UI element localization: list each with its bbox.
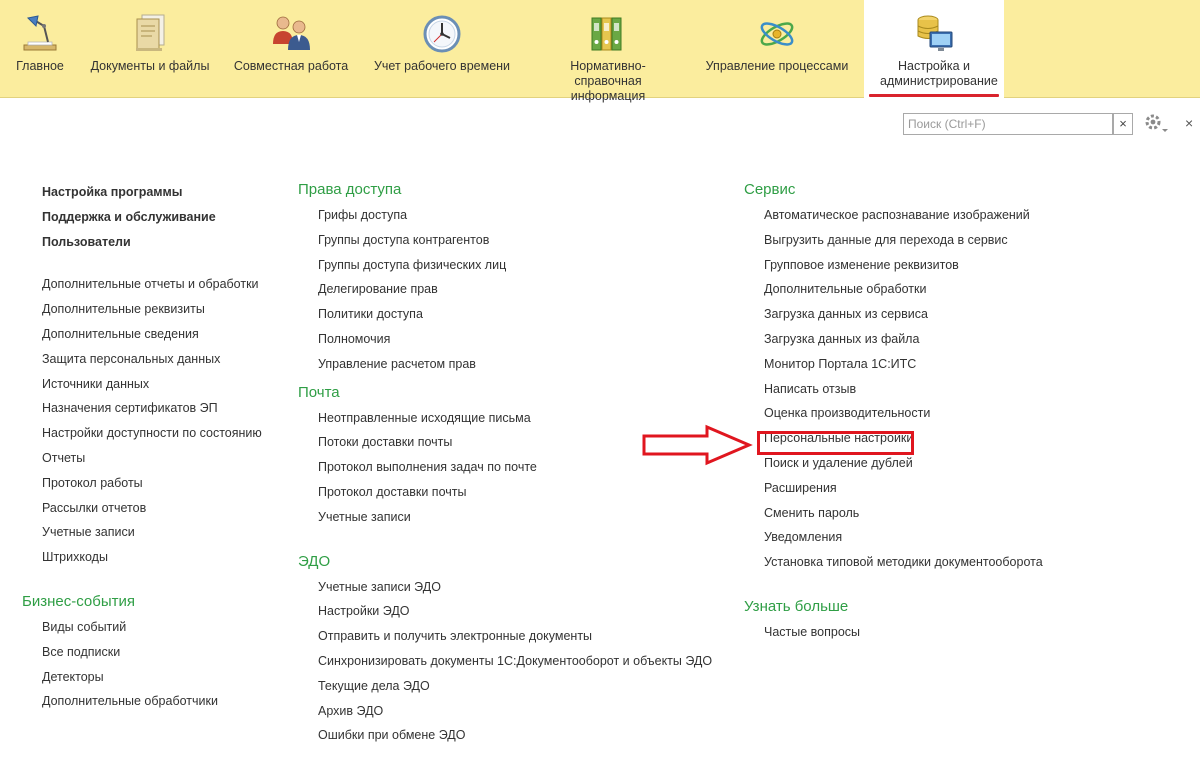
group-title-service: Сервис [744, 181, 796, 198]
people-icon [273, 16, 310, 50]
link-export-for-service[interactable]: Выгрузить данные для перехода в сервис [744, 228, 1184, 253]
link-group-attribute-change[interactable]: Групповое изменение реквизитов [744, 253, 1184, 278]
binders-icon [591, 17, 622, 51]
link-additional-processing[interactable]: Дополнительные обработки [744, 277, 1184, 302]
link-barcodes[interactable]: Штрихкоды [22, 545, 282, 570]
close-icon[interactable]: × [1185, 116, 1193, 130]
link-mail-accounts[interactable]: Учетные записи [298, 505, 728, 530]
search-clear-button[interactable]: × [1113, 113, 1133, 135]
link-ep-certificates[interactable]: Назначения сертификатов ЭП [22, 396, 282, 421]
tab-settings-administration[interactable]: Настройка и администрирование [864, 0, 1004, 98]
link-edo-settings[interactable]: Настройки ЭДО [298, 599, 728, 624]
link-edo-errors[interactable]: Ошибки при обмене ЭДО [298, 723, 728, 748]
tab-process-management[interactable]: Управление процессами [700, 0, 854, 98]
tab-time-tracking-label: Учет рабочего времени [373, 59, 511, 73]
group-title-mail: Почта [298, 383, 340, 401]
link-additional-info[interactable]: Дополнительные сведения [22, 322, 282, 347]
database-computer-icon [917, 15, 953, 51]
link-work-log[interactable]: Протокол работы [22, 471, 282, 496]
group-title-learn-more: Узнать больше [744, 597, 849, 615]
link-data-sources[interactable]: Источники данных [22, 372, 282, 397]
link-additional-reports[interactable]: Дополнительные отчеты и обработки [22, 272, 282, 297]
link-individual-access-groups[interactable]: Группы доступа физических лиц [298, 253, 728, 278]
link-counterparty-access-groups[interactable]: Группы доступа контрагентов [298, 228, 728, 253]
link-availability-settings[interactable]: Настройки доступности по состоянию [22, 421, 282, 446]
link-personal-data-protection[interactable]: Защита персональных данных [22, 347, 282, 372]
link-sync-edo[interactable]: Синхронизировать документы 1С:Документоо… [298, 649, 728, 674]
red-arrow-annotation [642, 424, 753, 466]
tab-process-management-label: Управление процессами [705, 59, 849, 73]
link-edo-archive[interactable]: Архив ЭДО [298, 699, 728, 724]
tab-collaboration[interactable]: Совместная работа [228, 0, 354, 98]
desk-lamp-icon [23, 15, 57, 51]
link-accounts[interactable]: Учетные записи [22, 520, 282, 545]
link-additional-handlers[interactable]: Дополнительные обработчики [22, 689, 282, 714]
tab-reference-info[interactable]: Нормативно-справочная информация [530, 0, 686, 103]
link-performance-evaluation[interactable]: Оценка производительности [744, 401, 1184, 426]
clock-icon [423, 15, 461, 53]
tab-settings-administration-label: Настройка и администрирование [880, 59, 998, 88]
group-title-edo: ЭДО [298, 552, 331, 570]
tab-main[interactable]: Главное [8, 0, 72, 98]
link-rights-delegation[interactable]: Делегирование прав [298, 277, 728, 302]
link-load-from-service[interactable]: Загрузка данных из сервиса [744, 302, 1184, 327]
link-faq[interactable]: Частые вопросы [744, 620, 1184, 645]
tab-collaboration-label: Совместная работа [233, 59, 349, 73]
link-detectors[interactable]: Детекторы [22, 665, 282, 690]
link-support-maintenance[interactable]: Поддержка и обслуживание [22, 205, 282, 230]
link-additional-attributes[interactable]: Дополнительные реквизиты [22, 297, 282, 322]
gear-icon[interactable] [1143, 112, 1169, 136]
link-notifications[interactable]: Уведомления [744, 525, 1184, 550]
link-mail-delivery-log[interactable]: Протокол доставки почты [298, 480, 728, 505]
link-event-types[interactable]: Виды событий [22, 615, 282, 640]
highlight-box [757, 431, 914, 455]
link-edo-accounts[interactable]: Учетные записи ЭДО [298, 575, 728, 600]
search-input[interactable] [903, 113, 1113, 135]
link-install-methodology[interactable]: Установка типовой методики документообор… [744, 550, 1184, 575]
tab-documents-label: Документы и файлы [90, 59, 210, 73]
tab-reference-info-label: Нормативно-справочная информация [570, 59, 646, 103]
sections-panel: Главное Документы и файлы Совместная раб… [0, 0, 1200, 103]
link-access-stamps[interactable]: Грифы доступа [298, 203, 728, 228]
column-left: Настройка программы Поддержка и обслужив… [22, 178, 282, 714]
link-authorities[interactable]: Полномочия [298, 327, 728, 352]
link-load-from-file[interactable]: Загрузка данных из файла [744, 327, 1184, 352]
tab-main-label: Главное [16, 59, 64, 73]
link-write-feedback[interactable]: Написать отзыв [744, 377, 1184, 402]
link-report-mailings[interactable]: Рассылки отчетов [22, 496, 282, 521]
link-users[interactable]: Пользователи [22, 230, 282, 255]
link-its-portal-monitor[interactable]: Монитор Портала 1С:ИТС [744, 352, 1184, 377]
link-change-password[interactable]: Сменить пароль [744, 501, 1184, 526]
link-program-settings[interactable]: Настройка программы [22, 180, 282, 205]
atom-process-icon [760, 22, 794, 46]
tab-documents[interactable]: Документы и файлы [86, 0, 214, 98]
link-auto-image-recognition[interactable]: Автоматическое распознавание изображений [744, 203, 1184, 228]
column-right: Сервис Автоматическое распознавание изоб… [744, 178, 1184, 645]
tab-time-tracking[interactable]: Учет рабочего времени [368, 0, 516, 98]
group-title-business-events: Бизнес-события [22, 592, 135, 610]
documents-icon [136, 14, 165, 51]
link-reports[interactable]: Отчеты [22, 446, 282, 471]
link-extensions[interactable]: Расширения [744, 476, 1184, 501]
link-access-policies[interactable]: Политики доступа [298, 302, 728, 327]
link-current-edo-tasks[interactable]: Текущие дела ЭДО [298, 674, 728, 699]
group-title-access-rights: Права доступа [298, 181, 402, 198]
link-all-subscriptions[interactable]: Все подписки [22, 640, 282, 665]
link-rights-calculation[interactable]: Управление расчетом прав [298, 352, 728, 377]
active-tab-underline [869, 94, 999, 97]
link-send-receive-edocs[interactable]: Отправить и получить электронные докумен… [298, 624, 728, 649]
